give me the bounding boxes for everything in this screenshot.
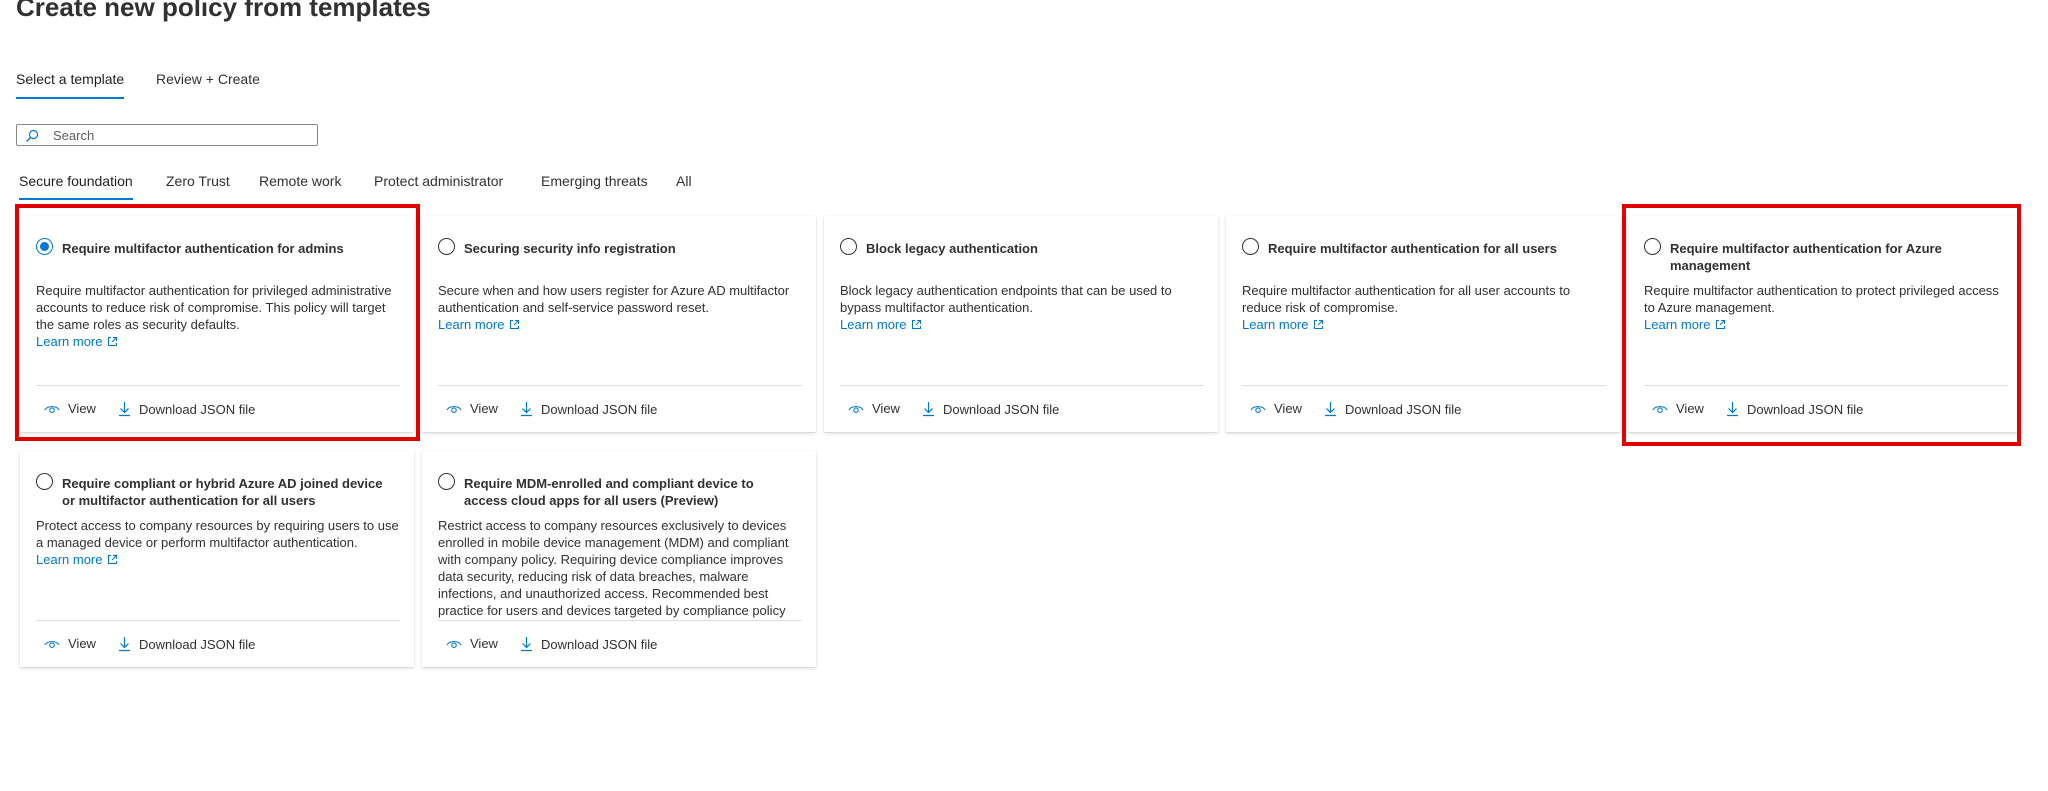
ellipsis-icon[interactable]: ···	[413, 0, 432, 18]
tab-all[interactable]: All	[676, 171, 692, 198]
card-divider	[438, 620, 802, 621]
external-link-icon	[108, 337, 118, 346]
download-icon	[923, 402, 934, 417]
template-radio[interactable]	[1242, 238, 1259, 255]
eye-icon	[848, 405, 864, 413]
learn-more-link[interactable]: Learn more	[1644, 316, 1726, 333]
download-json-button[interactable]: Download JSON file	[520, 636, 657, 652]
download-icon	[119, 637, 130, 652]
template-title: Require multifactor authentication for A…	[1670, 241, 1942, 273]
tab-protect-administrator[interactable]: Protect administrator	[374, 171, 503, 198]
search-icon	[26, 129, 39, 142]
template-description: Protect access to company resources by r…	[36, 518, 399, 568]
card-divider	[36, 620, 400, 621]
tab-emerging-threats[interactable]: Emerging threats	[541, 171, 648, 198]
view-button[interactable]: View	[848, 401, 900, 416]
template-title: Require multifactor authentication for a…	[62, 241, 344, 256]
step-select-template[interactable]: Select a template	[16, 69, 125, 99]
template-radio[interactable]	[36, 238, 53, 255]
eye-icon	[44, 405, 60, 413]
template-card[interactable]: Require compliant or hybrid Azure AD joi…	[20, 451, 414, 667]
card-divider	[438, 385, 802, 386]
card-divider	[1242, 385, 1606, 386]
download-json-button[interactable]: Download JSON file	[118, 401, 255, 417]
template-title: Require compliant or hybrid Azure AD joi…	[62, 476, 383, 508]
template-card[interactable]: Block legacy authentication Block legacy…	[824, 216, 1218, 432]
learn-more-link[interactable]: Learn more	[438, 316, 520, 333]
view-button[interactable]: View	[44, 401, 96, 416]
template-card[interactable]: Require multifactor authentication for a…	[20, 216, 414, 432]
eye-icon	[446, 640, 462, 648]
external-link-icon	[108, 555, 118, 564]
eye-icon	[1652, 405, 1668, 413]
template-card[interactable]: Require MDM-enrolled and compliant devic…	[422, 451, 816, 667]
tab-remote-work[interactable]: Remote work	[259, 171, 341, 198]
template-title: Block legacy authentication	[866, 241, 1038, 256]
tab-secure-foundation[interactable]: Secure foundation	[19, 171, 133, 200]
download-json-button[interactable]: Download JSON file	[520, 401, 657, 417]
eye-icon	[1250, 405, 1266, 413]
template-radio[interactable]	[438, 238, 455, 255]
template-description: Require multifactor authentication to pr…	[1644, 283, 1999, 333]
template-radio[interactable]	[438, 473, 455, 490]
view-button[interactable]: View	[446, 636, 498, 651]
template-title: Require multifactor authentication for a…	[1268, 241, 1557, 256]
external-link-icon	[510, 320, 520, 329]
download-icon	[1325, 402, 1336, 417]
eye-icon	[446, 405, 462, 413]
view-button[interactable]: View	[44, 636, 96, 651]
download-icon	[521, 637, 532, 652]
template-radio[interactable]	[840, 238, 857, 255]
view-button[interactable]: View	[1250, 401, 1302, 416]
template-card[interactable]: Securing security info registration Secu…	[422, 216, 816, 432]
template-card[interactable]: Require multifactor authentication for A…	[1628, 216, 2022, 432]
download-json-button[interactable]: Download JSON file	[1324, 401, 1461, 417]
template-description: Block legacy authentication endpoints th…	[840, 283, 1172, 333]
card-divider	[36, 385, 400, 386]
card-divider	[840, 385, 1204, 386]
template-radio[interactable]	[36, 473, 53, 490]
external-link-icon	[1314, 320, 1324, 329]
view-button[interactable]: View	[446, 401, 498, 416]
template-description: Require multifactor authentication for p…	[36, 283, 392, 350]
template-description: Secure when and how users register for A…	[438, 283, 790, 333]
card-divider	[1644, 385, 2008, 386]
download-icon	[119, 402, 130, 417]
search-input[interactable]	[53, 127, 308, 143]
download-icon	[521, 402, 532, 417]
page-title: Create new policy from templates	[16, 0, 431, 22]
learn-more-link[interactable]: Learn more	[1242, 316, 1324, 333]
download-json-button[interactable]: Download JSON file	[1726, 401, 1863, 417]
download-json-button[interactable]: Download JSON file	[922, 401, 1059, 417]
learn-more-link[interactable]: Learn more	[36, 551, 118, 568]
template-description: Require multifactor authentication for a…	[1242, 283, 1571, 333]
template-title: Securing security info registration	[464, 241, 676, 256]
template-card[interactable]: Require multifactor authentication for a…	[1226, 216, 1620, 432]
template-radio[interactable]	[1644, 238, 1661, 255]
download-json-button[interactable]: Download JSON file	[118, 636, 255, 652]
external-link-icon	[1716, 320, 1726, 329]
external-link-icon	[912, 320, 922, 329]
learn-more-link[interactable]: Learn more	[36, 333, 118, 350]
download-icon	[1727, 402, 1738, 417]
search-box	[16, 124, 318, 146]
template-description: Restrict access to company resources exc…	[438, 518, 789, 618]
view-button[interactable]: View	[1652, 401, 1704, 416]
learn-more-link[interactable]: Learn more	[840, 316, 922, 333]
step-review-create[interactable]: Review + Create	[156, 69, 260, 97]
eye-icon	[44, 640, 60, 648]
tab-zero-trust[interactable]: Zero Trust	[166, 171, 230, 198]
template-title: Require MDM-enrolled and compliant devic…	[464, 476, 754, 508]
